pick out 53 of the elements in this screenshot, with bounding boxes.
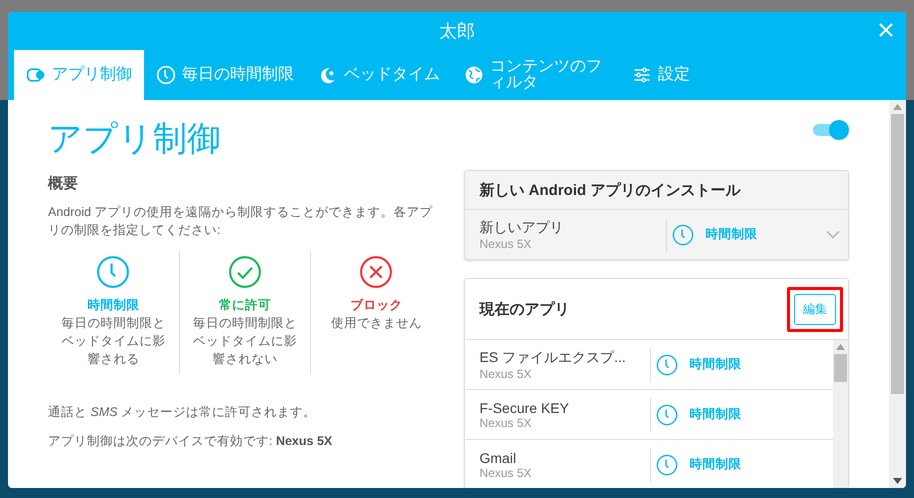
scroll-up-icon <box>893 104 902 110</box>
mode-description: 毎日の時間制限とベッドタイムに影響されない <box>192 315 298 368</box>
clock-icon <box>156 65 176 85</box>
scroll-up-icon <box>836 344 845 350</box>
device-name: Nexus 5X <box>480 466 533 480</box>
scroll-thumb[interactable] <box>834 354 847 382</box>
device-name: Nexus 5X <box>480 416 533 430</box>
toggle-switch[interactable] <box>813 120 849 140</box>
device-name: Nexus 5X <box>480 366 533 380</box>
mode-label: 時間制限 <box>87 297 140 314</box>
scrollbar[interactable] <box>889 100 906 488</box>
app-name: ES ファイルエクスプ... <box>480 348 627 366</box>
edit-button[interactable]: 編集 <box>794 294 836 324</box>
clock-icon <box>656 404 678 426</box>
tab[interactable]: コンテンツのフィルタ <box>452 50 620 100</box>
app-name: Gmail <box>480 450 518 466</box>
mode-description: 使用できません <box>330 315 422 332</box>
mode-description: 毎日の時間制限とベッドタイムに影響される <box>60 315 166 368</box>
description-text: Android アプリの使用を遠隔から制限することができます。各アプリの制限を指定してください: <box>48 204 434 239</box>
globe-icon <box>464 65 484 85</box>
note-text: アプリ制御は次のデバイスで有効です: Nexus 5X <box>48 433 334 450</box>
restriction-label[interactable]: 時間制限 <box>690 356 742 373</box>
restriction-label[interactable]: 時間制限 <box>690 406 742 423</box>
restriction-label[interactable]: 時間制限 <box>706 226 758 243</box>
clock-icon <box>672 224 694 246</box>
close-icon <box>878 22 894 38</box>
clock-icon <box>656 354 678 376</box>
tab[interactable]: ベッドタイム <box>306 50 452 100</box>
scroll-thumb[interactable] <box>891 114 904 394</box>
cross-icon <box>359 255 394 289</box>
app-name: F-Secure KEY <box>480 400 570 416</box>
tab[interactable]: アプリ制御 <box>14 50 144 100</box>
tab[interactable]: 設定 <box>620 50 702 100</box>
card-heading: 新しい Android アプリのインストール <box>464 171 848 210</box>
clock-icon <box>96 255 130 289</box>
page-title: アプリ制御 <box>48 119 222 160</box>
sliders-icon <box>632 65 652 85</box>
device-name: Nexus 5X <box>480 236 533 250</box>
mode-label: ブロック <box>350 297 402 314</box>
scroll-down-icon <box>893 478 902 484</box>
clock-icon <box>656 454 678 476</box>
app-name: 新しいアプリ <box>480 218 564 236</box>
chevron-down-icon <box>826 230 840 240</box>
note-text: 通話と SMS メッセージは常に許可されます。 <box>48 404 318 421</box>
close-button[interactable] <box>878 22 894 38</box>
tab[interactable]: 毎日の時間制限 <box>144 50 306 100</box>
section-heading: 概要 <box>48 174 79 193</box>
restriction-label[interactable]: 時間制限 <box>690 456 742 473</box>
mode-label: 常に許可 <box>218 297 271 314</box>
scrollbar[interactable] <box>833 340 848 488</box>
check-icon <box>228 255 262 289</box>
dialog-title: 太郎 <box>439 20 475 43</box>
card-heading: 現在のアプリ <box>480 300 570 318</box>
